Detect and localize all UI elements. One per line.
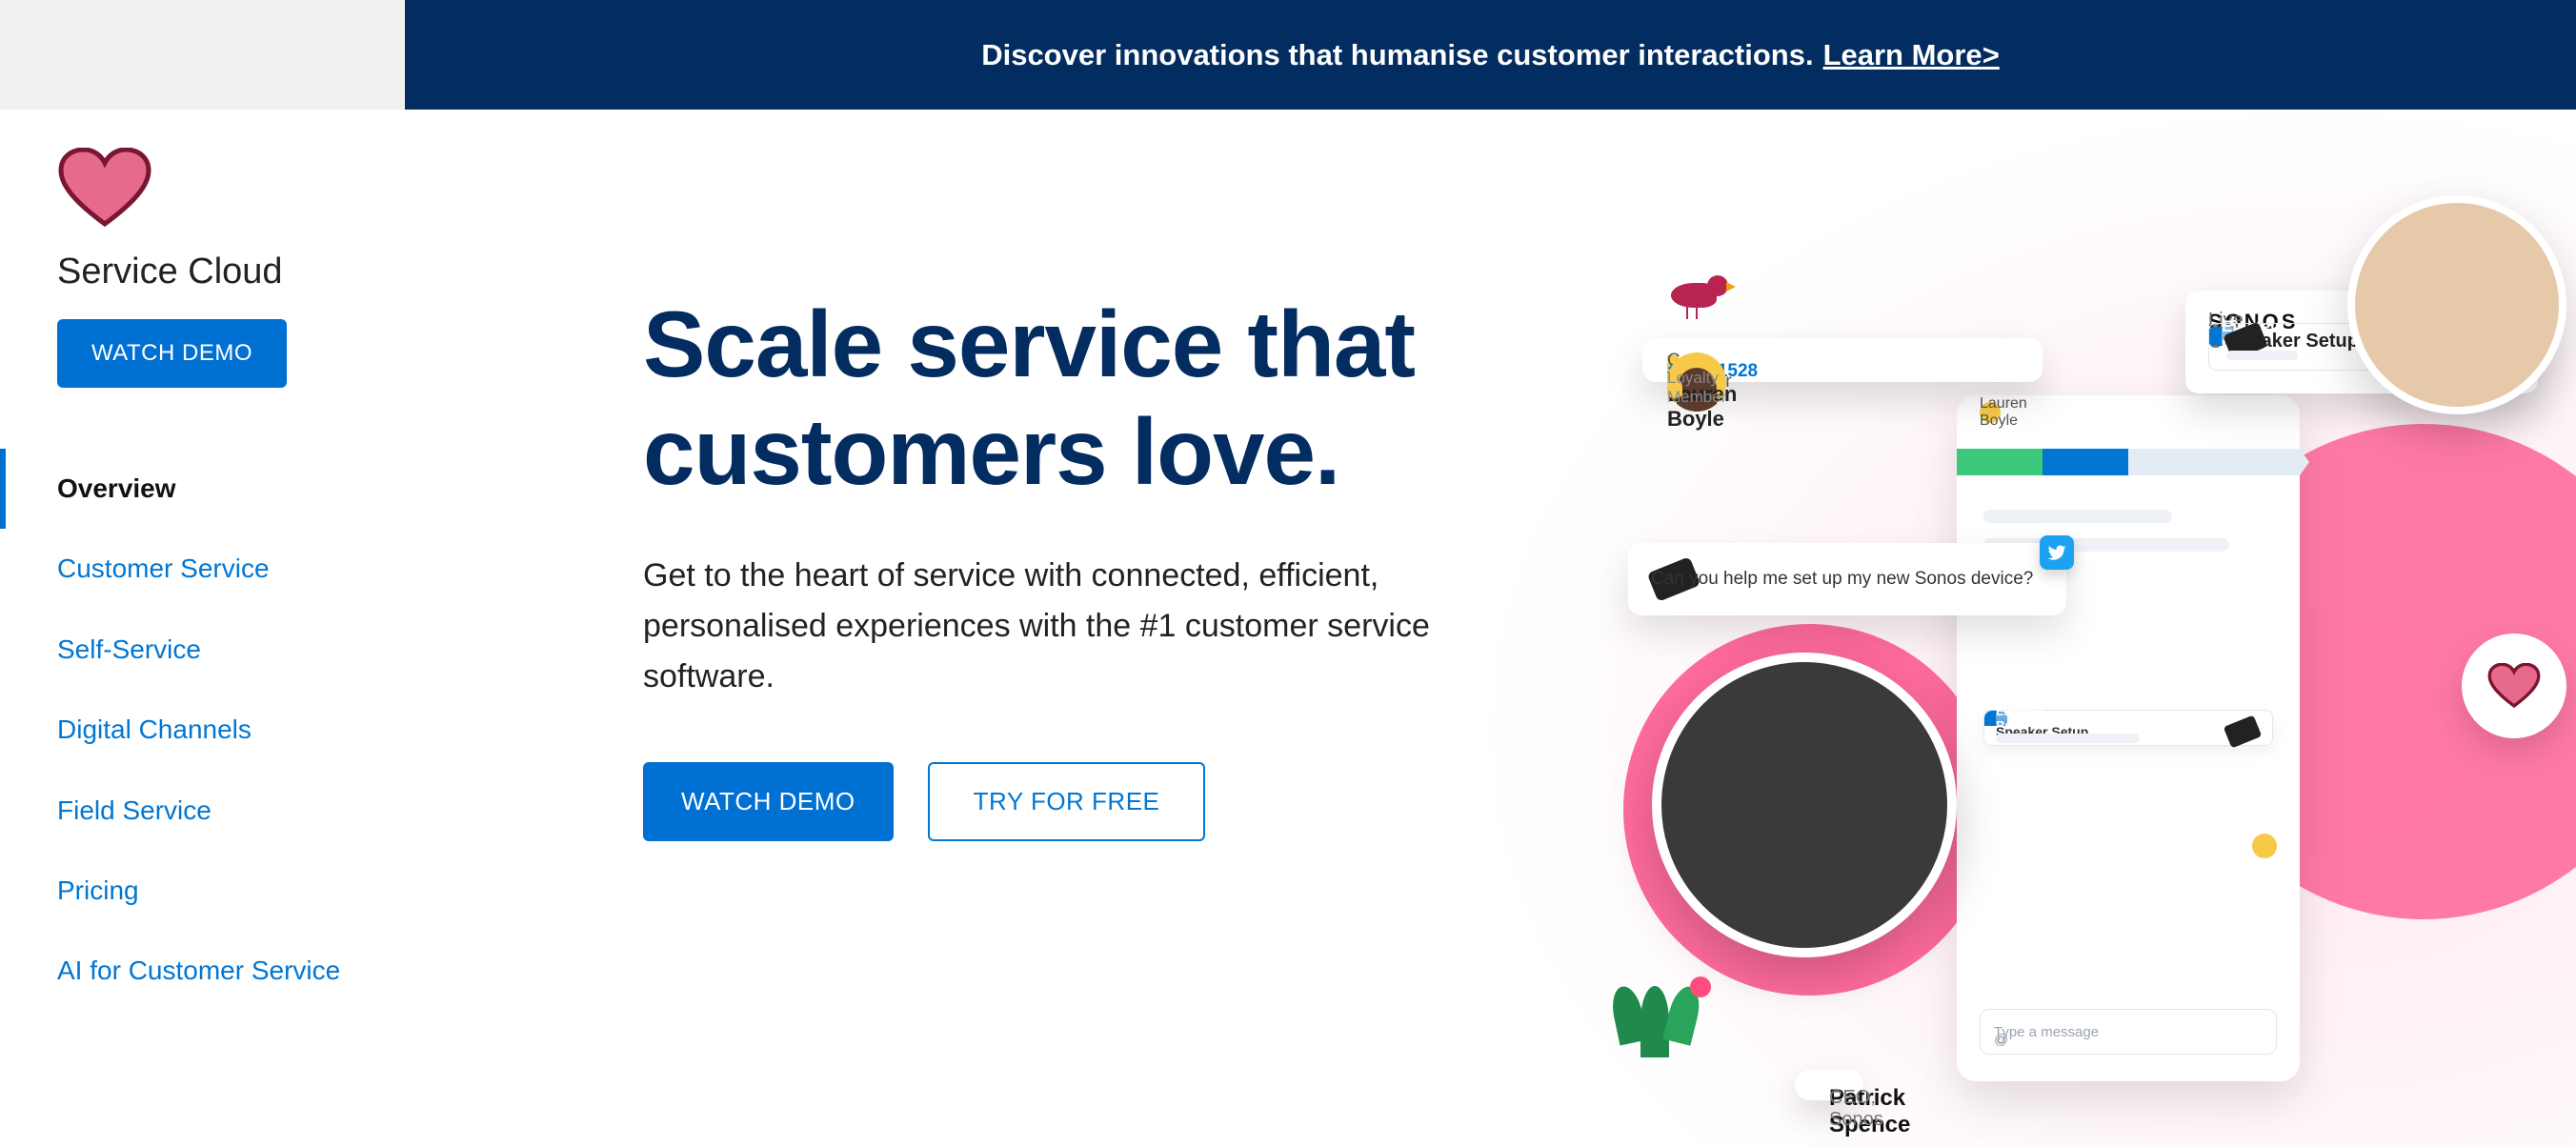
speaker-icon xyxy=(2224,715,2263,749)
ceo-role: CEO, Sonos xyxy=(1829,1087,1883,1131)
twitter-icon xyxy=(2040,535,2074,570)
sidebar-watch-demo-button[interactable]: WATCH DEMO xyxy=(57,319,287,388)
sidebar-item-customer-service[interactable]: Customer Service xyxy=(0,529,347,609)
mockup-recommendation-mini: Einstein Recommendation Speaker Setup xyxy=(1983,710,2273,746)
sidebar: Service Cloud WATCH DEMO Overview Custom… xyxy=(0,110,405,1147)
hero-headline: Scale service that customers love. xyxy=(643,291,1691,505)
mockup-case-card: Case Number #00001528 Lauren Boyle Loyal… xyxy=(1642,338,2043,382)
announcement-bar: Discover innovations that humanise custo… xyxy=(0,0,2576,110)
heart-badge xyxy=(2462,634,2566,738)
announcement-bar-content: Discover innovations that humanise custo… xyxy=(405,0,2576,110)
sidebar-nav: Overview Customer Service Self-Service D… xyxy=(0,449,347,1012)
service-cloud-heart-icon xyxy=(57,148,152,229)
hero-subhead: Get to the heart of service with connect… xyxy=(643,551,1500,701)
mockup-type-placeholder: Type a message xyxy=(1994,1024,2099,1040)
sidebar-item-ai-for-customer-service[interactable]: AI for Customer Service xyxy=(0,931,347,1011)
mockup-panel-user: Lauren Boyle xyxy=(1980,395,2027,430)
chevron-right-icon: > xyxy=(1982,38,2000,71)
mockup-progress-bar xyxy=(1957,449,2300,475)
mockup-type-box: Type a message ☺ @ xyxy=(1980,1009,2277,1055)
hero: Scale service that customers love. Get t… xyxy=(405,110,2576,1147)
sidebar-item-overview[interactable]: Overview xyxy=(0,449,347,529)
chat-bubble-text: Can you help me set up my new Sonos devi… xyxy=(1651,567,2033,592)
sidebar-item-pricing[interactable]: Pricing xyxy=(0,851,347,931)
hero-illustration: ‹ Lauren Boyle Einstein Recommendation xyxy=(1604,272,2538,1129)
sidebar-title: Service Cloud xyxy=(57,252,347,292)
hero-try-for-free-button[interactable]: TRY FOR FREE xyxy=(928,762,1206,841)
announcement-learn-more-link[interactable]: Learn More> xyxy=(1823,38,2000,72)
bird-icon xyxy=(1661,272,1738,319)
announcement-text: Discover innovations that humanise custo… xyxy=(981,38,1813,72)
learn-more-label: Learn More xyxy=(1823,38,1982,71)
plants-icon xyxy=(1614,986,1728,1072)
case-user-badge: Loyalty Member xyxy=(1667,369,1726,407)
avatar-icon xyxy=(2252,834,2277,858)
mockup-mobile-panel: ‹ Lauren Boyle Einstein Recommendation xyxy=(1957,395,2300,1081)
mention-icon: @ xyxy=(1994,1032,2008,1048)
mockup-chat-bubble: Can you help me set up my new Sonos devi… xyxy=(1628,543,2066,615)
ceo-caption: Patrick Spence CEO, Sonos xyxy=(1795,1070,1863,1100)
hero-watch-demo-button[interactable]: WATCH DEMO xyxy=(643,762,894,841)
announcement-bar-left-spacer xyxy=(0,0,405,110)
agent-avatar xyxy=(2347,195,2566,414)
sidebar-item-self-service[interactable]: Self-Service xyxy=(0,610,347,690)
sidebar-item-digital-channels[interactable]: Digital Channels xyxy=(0,690,347,770)
sidebar-item-field-service[interactable]: Field Service xyxy=(0,771,347,851)
ceo-avatar xyxy=(1652,653,1957,957)
